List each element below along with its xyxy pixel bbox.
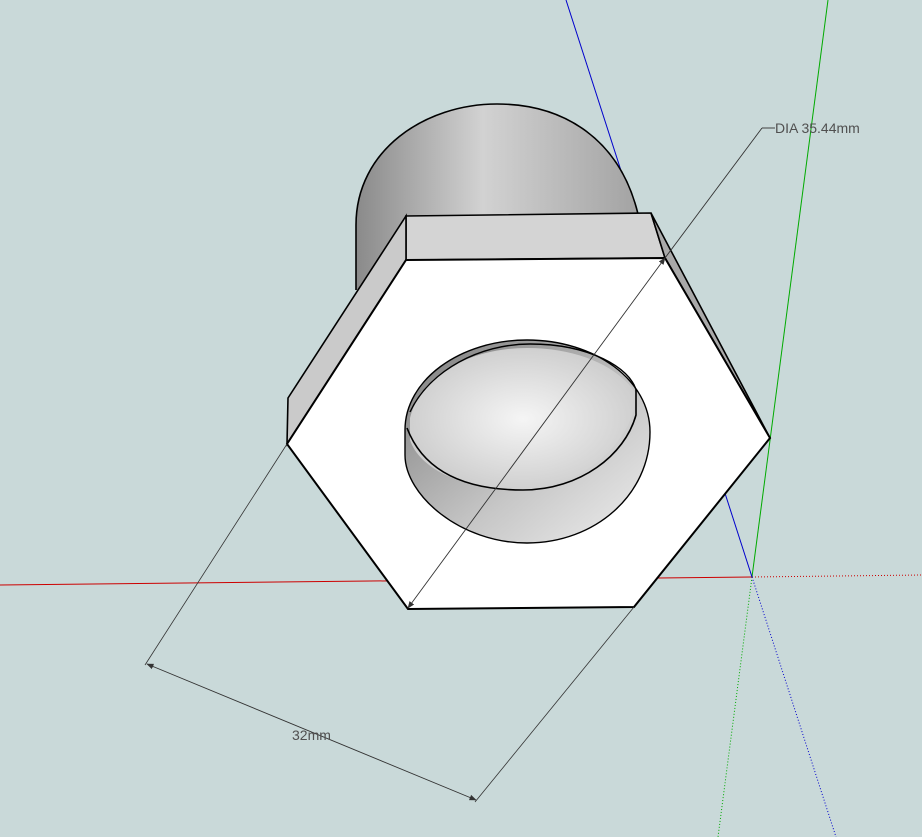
green-axis-dotted <box>717 576 753 837</box>
green-axis <box>751 0 829 578</box>
sketchup-viewport[interactable]: DIA 35.44mm 32mm <box>0 0 922 837</box>
bore-hole[interactable] <box>404 339 651 544</box>
red-axis-dotted <box>751 574 922 578</box>
blue-axis-dotted <box>751 576 837 837</box>
length-label[interactable]: 32mm <box>292 727 331 743</box>
diameter-label[interactable]: DIA 35.44mm <box>775 120 860 136</box>
